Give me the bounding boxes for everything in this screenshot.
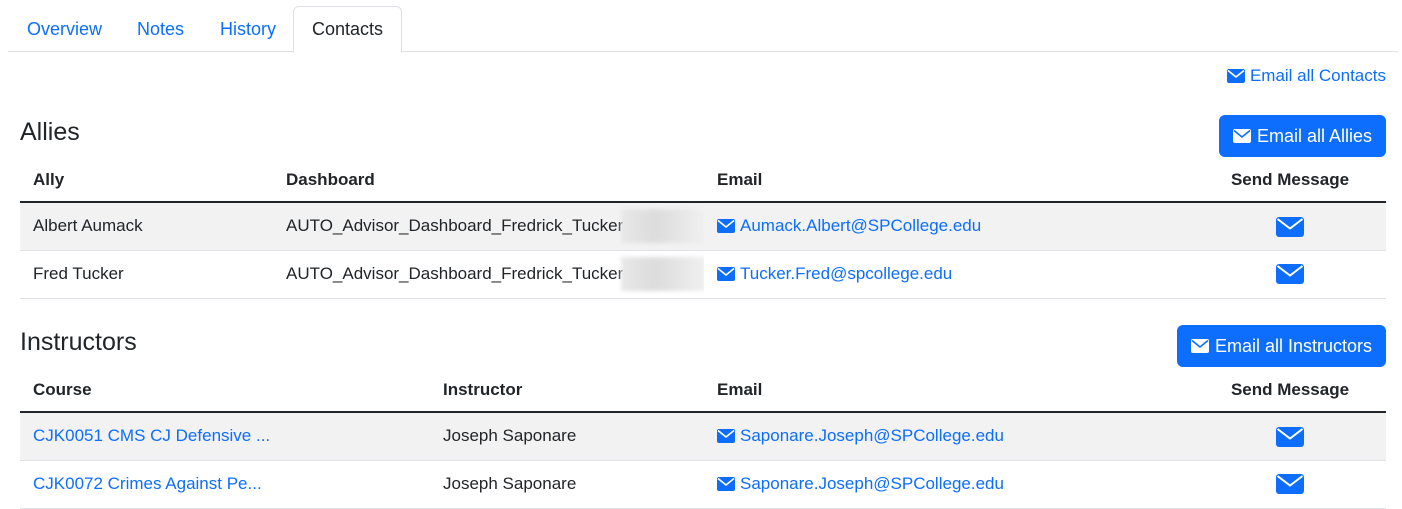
send-message-cell (1194, 250, 1386, 299)
envelope-icon (717, 429, 735, 444)
email-all-contacts-label: Email all Contacts (1249, 66, 1386, 85)
instructor-name: Joseph Saponare (430, 460, 704, 509)
envelope-icon (1226, 69, 1245, 83)
envelope-icon (717, 219, 735, 234)
allies-header-row: Ally Dashboard Email Send Message (20, 158, 1386, 203)
send-message-icon[interactable] (1276, 426, 1304, 447)
email-all-allies-button[interactable]: Email all Allies (1218, 115, 1386, 157)
tab-overview[interactable]: Overview (8, 6, 121, 52)
email-address: Aumack.Albert@SPCollege.edu (740, 216, 982, 236)
email-address: Saponare.Joseph@SPCollege.edu (740, 426, 1004, 446)
email-all-allies-label: Email all Allies (1256, 125, 1372, 146)
column-header-email: Email (704, 158, 1194, 203)
email-link[interactable]: Saponare.Joseph@SPCollege.edu (717, 474, 1181, 494)
send-message-icon[interactable] (1276, 216, 1304, 237)
email-address: Tucker.Fred@spcollege.edu (740, 264, 953, 283)
course-link[interactable]: CJK0051 CMS CJ Defensive ... (33, 426, 270, 445)
course-link[interactable]: CJK0072 Crimes Against Pe... (33, 474, 262, 493)
column-header-ally: Ally (20, 158, 273, 203)
table-row: Fred Tucker AUTO_Advisor_Dashboard_Fredr… (20, 250, 1386, 299)
instructor-name: Joseph Saponare (430, 412, 704, 461)
envelope-icon (1232, 129, 1251, 143)
course-cell: CJK0051 CMS CJ Defensive ... (20, 412, 430, 461)
email-address: Saponare.Joseph@SPCollege.edu (740, 474, 1004, 493)
tab-history[interactable]: History (201, 6, 295, 52)
column-header-send-message: Send Message (1194, 158, 1386, 203)
envelope-icon (717, 477, 735, 491)
instructors-header-row: Course Instructor Email Send Message (20, 368, 1386, 413)
ally-name: Fred Tucker (20, 250, 273, 299)
ally-name: Albert Aumack (20, 202, 273, 251)
email-link[interactable]: Saponare.Joseph@SPCollege.edu (717, 426, 1181, 446)
email-all-contacts-link[interactable]: Email all Contacts (1226, 66, 1386, 86)
column-header-instructor: Instructor (430, 368, 704, 413)
email-all-instructors-button[interactable]: Email all Instructors (1176, 325, 1386, 367)
send-message-cell (1194, 202, 1386, 251)
instructors-title: Instructors (20, 328, 137, 356)
tab-contacts[interactable]: Contacts (293, 6, 403, 53)
column-header-course: Course (20, 368, 430, 413)
tab-notes[interactable]: Notes (118, 6, 203, 52)
email-link[interactable]: Tucker.Fred@spcollege.edu (717, 264, 1181, 284)
allies-table: Ally Dashboard Email Send Message Albert… (20, 158, 1386, 299)
table-row: CJK0051 CMS CJ Defensive ... Joseph Sapo… (20, 412, 1386, 461)
envelope-icon (717, 267, 735, 281)
table-row: Albert Aumack AUTO_Advisor_Dashboard_Fre… (20, 202, 1386, 251)
column-header-email: Email (704, 368, 1194, 413)
send-message-icon[interactable] (1276, 474, 1304, 495)
dashboard-cell: AUTO_Advisor_Dashboard_Fredrick_Tucker (273, 202, 704, 251)
table-row: CJK0072 Crimes Against Pe... Joseph Sapo… (20, 460, 1386, 509)
send-message-cell (1194, 412, 1386, 461)
column-header-send-message: Send Message (1194, 368, 1386, 413)
email-link[interactable]: Aumack.Albert@SPCollege.edu (717, 216, 1181, 236)
envelope-icon (1190, 339, 1209, 353)
dashboard-name: AUTO_Advisor_Dashboard_Fredrick_Tucker (286, 264, 624, 283)
email-cell: Tucker.Fred@spcollege.edu (704, 250, 1194, 299)
email-all-instructors-label: Email all Instructors (1214, 335, 1372, 356)
tab-bar: Overview Notes History Contacts (8, 6, 1398, 53)
instructors-table: Course Instructor Email Send Message CJK… (20, 368, 1386, 509)
redacted-area (621, 257, 704, 291)
dashboard-name: AUTO_Advisor_Dashboard_Fredrick_Tucker (286, 216, 624, 236)
allies-title: Allies (20, 118, 80, 146)
email-cell: Saponare.Joseph@SPCollege.edu (704, 412, 1194, 461)
send-message-cell (1194, 460, 1386, 509)
dashboard-cell: AUTO_Advisor_Dashboard_Fredrick_Tucker (273, 250, 704, 299)
email-cell: Aumack.Albert@SPCollege.edu (704, 202, 1194, 251)
email-cell: Saponare.Joseph@SPCollege.edu (704, 460, 1194, 509)
column-header-dashboard: Dashboard (273, 158, 704, 203)
course-cell: CJK0072 Crimes Against Pe... (20, 460, 430, 509)
redacted-area (621, 209, 704, 244)
send-message-icon[interactable] (1276, 264, 1304, 285)
